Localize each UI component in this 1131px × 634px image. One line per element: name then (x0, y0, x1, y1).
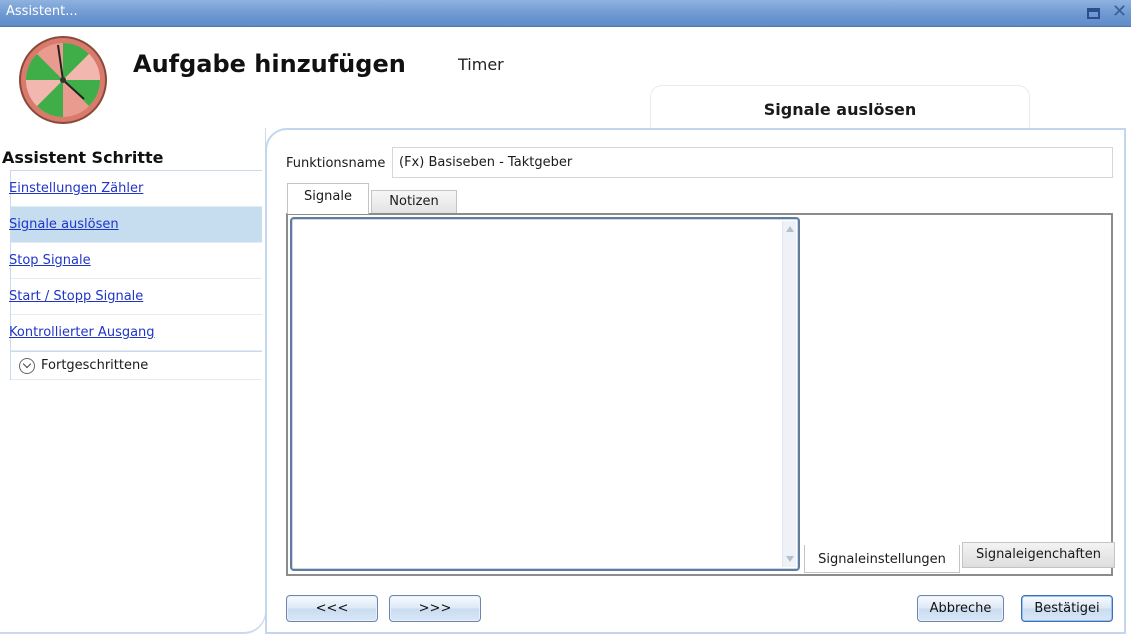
sidebar-item-label[interactable]: Stop Signale (9, 253, 91, 268)
sidebar-item-kontrollierter-ausgang[interactable]: Kontrollierter Ausgang (9, 315, 262, 351)
tab-signaleinstellungen[interactable]: Signaleinstellungen (804, 545, 960, 573)
header: Aufgabe hinzufügen Timer Signale auslöse… (0, 28, 1131, 130)
sidebar-title: Assistent Schritte (2, 148, 164, 167)
sidebar-list: Einstellungen Zähler Signale auslösen St… (9, 170, 262, 380)
scrollbar[interactable] (782, 221, 796, 567)
main-panel: Funktionsname (Fx) Basiseben - Taktgeber… (265, 128, 1126, 634)
tab-signaleigenschaften[interactable]: Signaleigenchaften (962, 542, 1115, 568)
sidebar-item-einstellungen-zaehler[interactable]: Einstellungen Zähler (9, 171, 262, 207)
window-title: Assistent... (6, 4, 78, 19)
chevron-down-icon[interactable] (19, 357, 35, 374)
scroll-down-icon[interactable] (786, 556, 794, 562)
scroll-up-icon[interactable] (786, 226, 794, 232)
sidebar-item-label[interactable]: Start / Stopp Signale (9, 289, 143, 304)
next-button[interactable]: >>> (389, 595, 481, 622)
page-subtitle: Timer (458, 55, 504, 74)
close-icon[interactable]: ✕ (1112, 1, 1127, 22)
tab-signale[interactable]: Signale (287, 183, 369, 214)
cancel-button[interactable]: Abbreche (917, 595, 1004, 622)
sidebar-item-start-stopp-signale[interactable]: Start / Stopp Signale (9, 279, 262, 315)
function-name-label: Funktionsname (286, 156, 386, 171)
sidebar-item-label[interactable]: Signale auslösen (9, 217, 119, 232)
page-title: Aufgabe hinzufügen (133, 50, 406, 78)
confirm-button[interactable]: Bestätigei (1021, 595, 1113, 622)
sidebar-item-label[interactable]: Einstellungen Zähler (9, 181, 143, 196)
tab-notizen[interactable]: Notizen (371, 190, 457, 214)
sidebar: Assistent Schritte Einstellungen Zähler … (0, 128, 266, 634)
current-step-tab: Signale auslösen (650, 85, 1030, 130)
maximize-icon[interactable] (1087, 8, 1100, 19)
sidebar-item-label[interactable]: Kontrollierter Ausgang (9, 325, 155, 340)
tab-content: Signaleinstellungen Signaleigenchaften (286, 213, 1115, 576)
title-bar: Assistent... ✕ (0, 0, 1131, 27)
sidebar-advanced-toggle[interactable]: Fortgeschrittene (11, 351, 262, 380)
sidebar-item-signale-ausloesen[interactable]: Signale auslösen (9, 207, 262, 243)
sidebar-item-stop-signale[interactable]: Stop Signale (9, 243, 262, 279)
previous-button[interactable]: <<< (286, 595, 378, 622)
signal-list[interactable] (290, 217, 800, 571)
function-name-field[interactable]: (Fx) Basiseben - Taktgeber (392, 147, 1113, 178)
timer-wheel-icon (18, 35, 108, 129)
current-step-label: Signale auslösen (763, 100, 917, 119)
sidebar-advanced-label: Fortgeschrittene (41, 358, 149, 373)
